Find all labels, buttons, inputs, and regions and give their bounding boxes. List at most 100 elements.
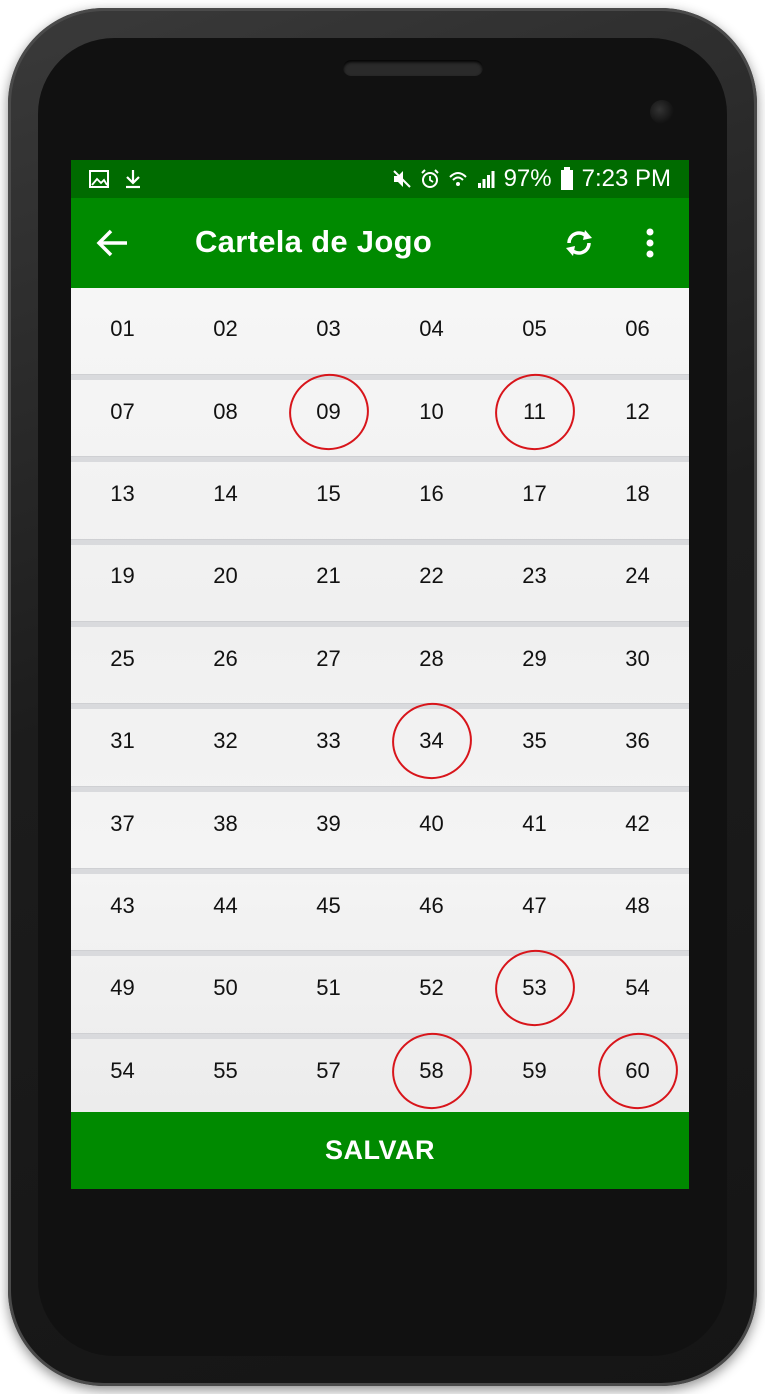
number-label: 34 bbox=[419, 728, 444, 754]
number-label: 04 bbox=[419, 316, 444, 342]
status-bar: 97% 7:23 PM bbox=[71, 160, 689, 198]
refresh-icon[interactable] bbox=[561, 225, 597, 261]
number-cell[interactable]: 45 bbox=[277, 865, 380, 947]
number-label: 54 bbox=[625, 975, 650, 1001]
number-label: 12 bbox=[625, 398, 650, 424]
number-cell[interactable]: 49 bbox=[71, 947, 174, 1029]
number-cell[interactable]: 23 bbox=[483, 535, 586, 617]
number-cell[interactable]: 58 bbox=[380, 1025, 483, 1117]
number-cell[interactable]: 55 bbox=[174, 1030, 277, 1112]
number-cell[interactable]: 31 bbox=[71, 700, 174, 782]
screen: 97% 7:23 PM Cartela de Jogo 01 02 03 04 … bbox=[71, 160, 689, 1189]
number-cell[interactable]: 40 bbox=[380, 782, 483, 864]
number-cell[interactable]: 11 bbox=[483, 366, 586, 458]
number-label: 48 bbox=[625, 892, 650, 918]
number-cell[interactable]: 10 bbox=[380, 370, 483, 452]
number-label: 32 bbox=[213, 728, 238, 754]
number-cell[interactable]: 57 bbox=[277, 1030, 380, 1112]
number-label: 18 bbox=[625, 480, 650, 506]
number-cell[interactable]: 04 bbox=[380, 288, 483, 370]
number-cell[interactable]: 03 bbox=[277, 288, 380, 370]
download-icon bbox=[126, 170, 140, 189]
number-cell[interactable]: 59 bbox=[483, 1030, 586, 1112]
number-cell[interactable]: 02 bbox=[174, 288, 277, 370]
number-label: 53 bbox=[522, 975, 547, 1001]
number-cell[interactable]: 15 bbox=[277, 453, 380, 535]
number-cell[interactable]: 25 bbox=[71, 618, 174, 700]
number-cell[interactable]: 19 bbox=[71, 535, 174, 617]
number-label: 28 bbox=[419, 645, 444, 671]
number-cell[interactable]: 32 bbox=[174, 700, 277, 782]
number-cell[interactable]: 48 bbox=[586, 865, 689, 947]
number-cell[interactable]: 14 bbox=[174, 453, 277, 535]
number-cell[interactable]: 37 bbox=[71, 782, 174, 864]
number-label: 36 bbox=[625, 728, 650, 754]
number-cell[interactable]: 05 bbox=[483, 288, 586, 370]
number-cell[interactable]: 18 bbox=[586, 453, 689, 535]
number-cell[interactable]: 33 bbox=[277, 700, 380, 782]
earpiece-speaker bbox=[343, 60, 483, 76]
number-cell[interactable]: 08 bbox=[174, 370, 277, 452]
number-cell[interactable]: 09 bbox=[277, 366, 380, 458]
number-cell[interactable]: 20 bbox=[174, 535, 277, 617]
number-cell[interactable]: 34 bbox=[380, 695, 483, 787]
alarm-icon bbox=[420, 169, 439, 188]
number-cell[interactable]: 16 bbox=[380, 453, 483, 535]
number-label: 30 bbox=[625, 645, 650, 671]
number-cell[interactable]: 52 bbox=[380, 947, 483, 1029]
number-cell[interactable]: 39 bbox=[277, 782, 380, 864]
number-cell[interactable]: 53 bbox=[483, 942, 586, 1034]
number-cell[interactable]: 54 bbox=[586, 947, 689, 1029]
arrow-back-icon[interactable] bbox=[93, 223, 133, 263]
number-cell[interactable]: 46 bbox=[380, 865, 483, 947]
number-cell[interactable]: 30 bbox=[586, 618, 689, 700]
number-label: 31 bbox=[110, 728, 135, 754]
number-cell[interactable]: 17 bbox=[483, 453, 586, 535]
number-cell[interactable]: 41 bbox=[483, 782, 586, 864]
battery-icon bbox=[560, 167, 573, 190]
number-label: 02 bbox=[213, 316, 238, 342]
number-cell[interactable]: 44 bbox=[174, 865, 277, 947]
number-label: 54 bbox=[110, 1057, 135, 1083]
number-cell[interactable]: 22 bbox=[380, 535, 483, 617]
number-label: 08 bbox=[213, 398, 238, 424]
number-cell[interactable]: 38 bbox=[174, 782, 277, 864]
number-label: 01 bbox=[110, 316, 135, 342]
number-label: 50 bbox=[213, 975, 238, 1001]
more-vert-icon[interactable] bbox=[638, 225, 662, 261]
number-cell[interactable]: 51 bbox=[277, 947, 380, 1029]
save-button[interactable]: SALVAR bbox=[71, 1112, 689, 1189]
number-cell[interactable]: 21 bbox=[277, 535, 380, 617]
signal-icon bbox=[477, 171, 495, 188]
battery-percent: 97% bbox=[503, 165, 552, 192]
number-cell[interactable]: 07 bbox=[71, 370, 174, 452]
number-cell[interactable]: 13 bbox=[71, 453, 174, 535]
number-cell[interactable]: 50 bbox=[174, 947, 277, 1029]
number-cell[interactable]: 28 bbox=[380, 618, 483, 700]
game-card: 01 02 03 04 05 06 07 08 09 10 11 12 13 14 15 16 17 18 19 20… bbox=[71, 288, 689, 1117]
number-cell[interactable]: 27 bbox=[277, 618, 380, 700]
number-label: 21 bbox=[316, 563, 341, 589]
number-label: 03 bbox=[316, 316, 341, 342]
number-cell[interactable]: 29 bbox=[483, 618, 586, 700]
number-label: 49 bbox=[110, 975, 135, 1001]
number-label: 27 bbox=[316, 645, 341, 671]
number-label: 47 bbox=[522, 892, 547, 918]
number-label: 23 bbox=[522, 563, 547, 589]
number-label: 59 bbox=[522, 1057, 547, 1083]
number-cell[interactable]: 36 bbox=[586, 700, 689, 782]
number-cell[interactable]: 47 bbox=[483, 865, 586, 947]
number-cell[interactable]: 26 bbox=[174, 618, 277, 700]
number-cell[interactable]: 12 bbox=[586, 370, 689, 452]
number-label: 42 bbox=[625, 810, 650, 836]
number-cell[interactable]: 43 bbox=[71, 865, 174, 947]
number-cell[interactable]: 42 bbox=[586, 782, 689, 864]
number-cell[interactable]: 60 bbox=[586, 1025, 689, 1117]
number-label: 37 bbox=[110, 810, 135, 836]
number-cell[interactable]: 35 bbox=[483, 700, 586, 782]
number-cell[interactable]: 06 bbox=[586, 288, 689, 370]
number-cell[interactable]: 01 bbox=[71, 288, 174, 370]
number-label: 16 bbox=[419, 480, 444, 506]
number-cell[interactable]: 24 bbox=[586, 535, 689, 617]
number-cell[interactable]: 54 bbox=[71, 1030, 174, 1112]
